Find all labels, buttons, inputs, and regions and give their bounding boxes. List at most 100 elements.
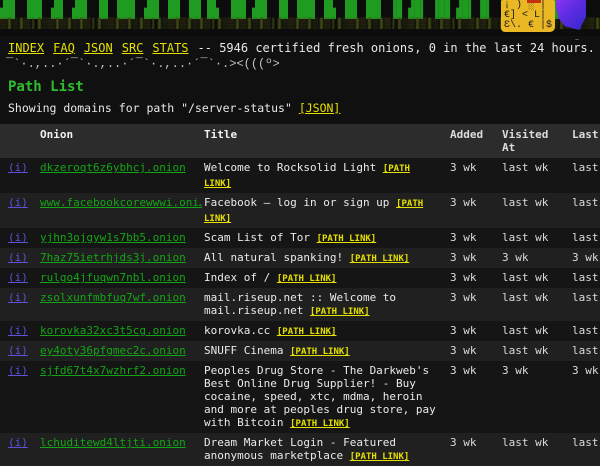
- header-visited-at: Visited At: [500, 124, 570, 158]
- info-link[interactable]: (i): [8, 271, 28, 284]
- row-title: Welcome to Rocksolid Light: [204, 161, 376, 174]
- row-title: SNUFF Cinema: [204, 344, 283, 357]
- info-link[interactable]: (i): [8, 251, 28, 264]
- visited-cell: 3 wk: [500, 361, 570, 433]
- lastup-cell: 3 wk: [570, 361, 600, 433]
- table-row: (i) www.facebookcorewwwi.oni… Facebook –…: [0, 193, 600, 228]
- header-last-up: Last Up: [570, 124, 600, 158]
- added-cell: 3 wk: [448, 288, 500, 321]
- added-cell: 3 wk: [448, 158, 500, 193]
- onion-link[interactable]: yjhn3ojgyw1s7bb5.onion: [40, 231, 186, 244]
- path-link[interactable]: [PATH LINK]: [277, 274, 337, 284]
- table-row: (i) 7haz75ietrhjds3j.onion All natural s…: [0, 248, 600, 268]
- red-pixel-art: [527, 0, 541, 3]
- path-link[interactable]: [PATH LINK]: [350, 254, 410, 264]
- visited-cell: last wk: [500, 288, 570, 321]
- path-link[interactable]: [PATH LINK]: [290, 419, 350, 429]
- path-link[interactable]: [PATH LINK]: [350, 452, 410, 462]
- info-link[interactable]: (i): [8, 196, 28, 209]
- main-nav: INDEX FAQ JSON SRC STATS -- 5946 certified fr…: [8, 41, 600, 55]
- path-link[interactable]: [PATH LINK]: [277, 327, 337, 337]
- onion-link[interactable]: rulgo4jfuqwn7nbl.onion: [40, 271, 186, 284]
- info-link[interactable]: (i): [8, 291, 28, 304]
- info-link[interactable]: (i): [8, 324, 28, 337]
- added-cell: 3 wk: [448, 193, 500, 228]
- table-row: (i) ey4oty36pfgmec2c.onion SNUFF Cinema …: [0, 341, 600, 361]
- visited-cell: last wk: [500, 158, 570, 193]
- lastup-cell: last wk: [570, 228, 600, 248]
- added-cell: 3 wk: [448, 268, 500, 288]
- row-title: Index of /: [204, 271, 270, 284]
- row-title: Facebook – log in or sign up: [204, 196, 389, 209]
- onion-link[interactable]: ey4oty36pfgmec2c.onion: [40, 344, 186, 357]
- lastup-cell: last wk: [570, 288, 600, 321]
- nav-link-stats[interactable]: STATS: [152, 41, 188, 55]
- info-link[interactable]: (i): [8, 436, 28, 449]
- lastup-cell: last wk: [570, 321, 600, 341]
- banner-art: ▐█▌ ▐██ █▌ ▐█▌ ▐█ ▐██▌ ▐█▌ ██ ▐█▌▐█ ▐██ …: [0, 0, 600, 36]
- lastup-cell: last wk: [570, 268, 600, 288]
- header-onion: Onion: [38, 124, 202, 158]
- fish-ascii-art: ¯`·.,..·´¯`·.,..·´¯`·.,..·´¯`·.><(((º>: [6, 58, 600, 71]
- header-added: Added: [448, 124, 500, 158]
- visited-cell: last wk: [500, 341, 570, 361]
- added-cell: 3 wk: [448, 433, 500, 466]
- table-row: (i) dkzeroqt6z6ybhcj.onion Welcome to Ro…: [0, 158, 600, 193]
- info-link[interactable]: (i): [8, 344, 28, 357]
- corner-glyph: ⁻: [574, 38, 580, 48]
- json-link[interactable]: [JSON]: [299, 101, 341, 115]
- onion-link[interactable]: korovka32xc3t5cg.onion: [40, 324, 186, 337]
- table-row: (i) zsolxunfmbfuq7wf.onion mail.riseup.n…: [0, 288, 600, 321]
- onion-count-summary: -- 5946 certified fresh onions, 0 in the…: [198, 41, 595, 55]
- row-title: Scam List of Tor: [204, 231, 310, 244]
- lastup-cell: last wk: [570, 341, 600, 361]
- info-link[interactable]: (i): [8, 231, 28, 244]
- table-row: (i) korovka32xc3t5cg.onion korovka.cc [P…: [0, 321, 600, 341]
- visited-cell: last wk: [500, 193, 570, 228]
- path-link[interactable]: [PATH LINK]: [290, 347, 350, 357]
- info-link[interactable]: (i): [8, 364, 28, 377]
- onion-link[interactable]: dkzeroqt6z6ybhcj.onion: [40, 161, 186, 174]
- nav-link-json[interactable]: JSON: [84, 41, 113, 55]
- header-info: [0, 124, 38, 158]
- visited-cell: last wk: [500, 433, 570, 466]
- page-title: Path List: [8, 80, 600, 95]
- lastup-cell: last wk: [570, 433, 600, 466]
- visited-cell: last wk: [500, 228, 570, 248]
- table-row: (i) lchuditewd4ltjti.onion Dream Market …: [0, 433, 600, 466]
- row-title: korovka.cc: [204, 324, 270, 337]
- added-cell: 3 wk: [448, 321, 500, 341]
- lastup-cell: 3 wk: [570, 248, 600, 268]
- onion-link[interactable]: lchuditewd4ltjti.onion: [40, 436, 186, 449]
- onion-link[interactable]: zsolxunfmbfuq7wf.onion: [40, 291, 186, 304]
- added-cell: 3 wk: [448, 248, 500, 268]
- visited-cell: 3 wk: [500, 248, 570, 268]
- onion-link[interactable]: sjfd67t4x7wzhrf2.onion: [40, 364, 186, 377]
- table-header-row: Onion Title Added Visited At Last Up: [0, 124, 600, 158]
- table-row: (i) yjhn3ojgyw1s7bb5.onion Scam List of …: [0, 228, 600, 248]
- visited-cell: last wk: [500, 321, 570, 341]
- path-subtitle: Showing domains for path "/server-status…: [8, 101, 600, 115]
- banner-corner-art: ¡ ) ░ | €] < L| Ɛ\. € |$: [501, 0, 586, 32]
- nav-link-src[interactable]: SRC: [122, 41, 144, 55]
- subtitle-text: Showing domains for path "/server-status…: [8, 101, 292, 115]
- header-title: Title: [202, 124, 448, 158]
- table-row: (i) rulgo4jfuqwn7nbl.onion Index of / [P…: [0, 268, 600, 288]
- lastup-cell: last wk: [570, 158, 600, 193]
- path-link[interactable]: [PATH LINK]: [317, 234, 377, 244]
- nav-links: INDEX FAQ JSON SRC STATS: [8, 41, 198, 55]
- purple-art-block: [556, 0, 586, 30]
- nav-link-faq[interactable]: FAQ: [53, 41, 75, 55]
- added-cell: 3 wk: [448, 341, 500, 361]
- row-title: All natural spanking!: [204, 251, 343, 264]
- info-link[interactable]: (i): [8, 161, 28, 174]
- onion-link[interactable]: www.facebookcorewwwi.oni…: [40, 196, 202, 209]
- lastup-cell: last wk: [570, 193, 600, 228]
- visited-cell: last wk: [500, 268, 570, 288]
- nav-link-index[interactable]: INDEX: [8, 41, 44, 55]
- onion-logo-art: ¡ ) ░ | €] < L| Ɛ\. € |$: [501, 0, 555, 32]
- table-row: (i) sjfd67t4x7wzhrf2.onion Peoples Drug …: [0, 361, 600, 433]
- path-link[interactable]: [PATH LINK]: [310, 307, 370, 317]
- onion-link[interactable]: 7haz75ietrhjds3j.onion: [40, 251, 186, 264]
- added-cell: 3 wk: [448, 228, 500, 248]
